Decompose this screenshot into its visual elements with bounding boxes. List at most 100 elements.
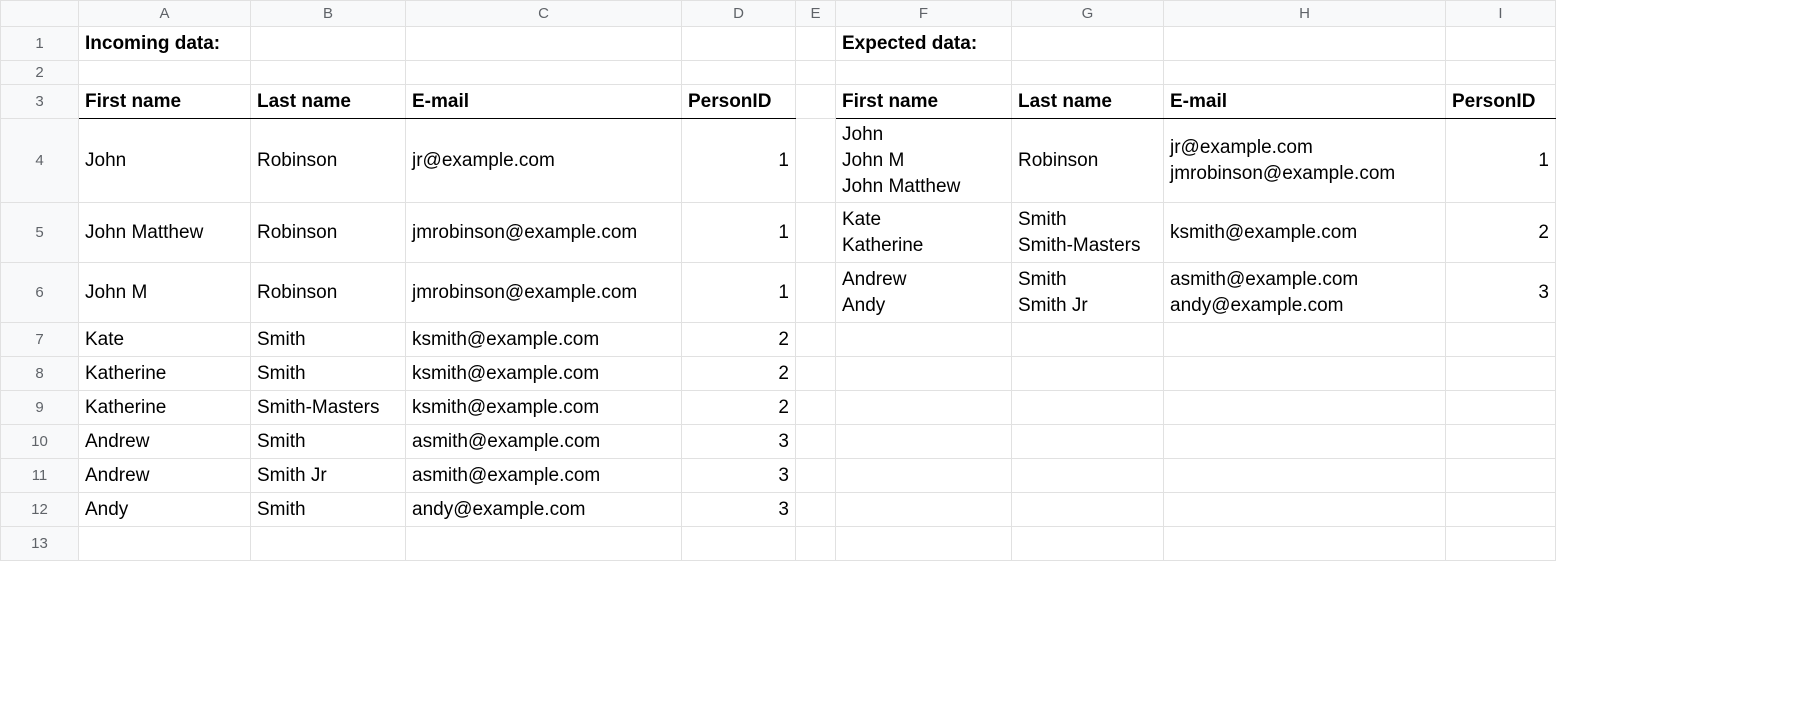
row-header-12[interactable]: 12 <box>1 493 79 527</box>
hdr-personid-2[interactable]: PersonID <box>1446 87 1555 117</box>
cell-F9[interactable] <box>836 391 1012 425</box>
cell-B10[interactable]: Smith <box>251 427 405 457</box>
cell-H4[interactable]: jr@example.com jmrobinson@example.com <box>1164 133 1445 189</box>
col-header-C[interactable]: C <box>406 1 682 27</box>
cell-H6[interactable]: asmith@example.com andy@example.com <box>1164 265 1445 321</box>
cell-G7[interactable] <box>1012 323 1164 357</box>
col-header-E[interactable]: E <box>796 1 836 27</box>
cell-B8[interactable]: Smith <box>251 359 405 389</box>
cell-H13[interactable] <box>1164 527 1446 561</box>
cell-D1[interactable] <box>682 27 796 61</box>
cell-F10[interactable] <box>836 425 1012 459</box>
cell-I1[interactable] <box>1446 27 1556 61</box>
expected-title[interactable]: Expected data: <box>836 29 1011 59</box>
cell-C1[interactable] <box>406 27 682 61</box>
cell-D10[interactable]: 3 <box>682 427 795 457</box>
cell-B9[interactable]: Smith-Masters <box>251 393 405 423</box>
cell-B7[interactable]: Smith <box>251 325 405 355</box>
cell-F5[interactable]: Kate Katherine <box>836 205 1011 261</box>
cell-E4[interactable] <box>796 119 836 203</box>
row-header-5[interactable]: 5 <box>1 203 79 263</box>
cell-I7[interactable] <box>1446 323 1556 357</box>
cell-I9[interactable] <box>1446 391 1556 425</box>
cell-B11[interactable]: Smith Jr <box>251 461 405 491</box>
cell-C13[interactable] <box>406 527 682 561</box>
row-header-7[interactable]: 7 <box>1 323 79 357</box>
col-header-H[interactable]: H <box>1164 1 1446 27</box>
cell-H7[interactable] <box>1164 323 1446 357</box>
row-header-11[interactable]: 11 <box>1 459 79 493</box>
cell-H9[interactable] <box>1164 391 1446 425</box>
row-header-4[interactable]: 4 <box>1 119 79 203</box>
cell-I13[interactable] <box>1446 527 1556 561</box>
cell-E5[interactable] <box>796 203 836 263</box>
cell-D12[interactable]: 3 <box>682 495 795 525</box>
row-header-2[interactable]: 2 <box>1 61 79 85</box>
cell-I2[interactable] <box>1446 61 1556 85</box>
col-header-I[interactable]: I <box>1446 1 1556 27</box>
cell-C11[interactable]: asmith@example.com <box>406 461 681 491</box>
cell-D5[interactable]: 1 <box>682 218 795 248</box>
cell-A12[interactable]: Andy <box>79 495 250 525</box>
cell-E2[interactable] <box>796 61 836 85</box>
cell-F6[interactable]: Andrew Andy <box>836 265 1011 321</box>
cell-D6[interactable]: 1 <box>682 278 795 308</box>
cell-B1[interactable] <box>251 27 406 61</box>
cell-D11[interactable]: 3 <box>682 461 795 491</box>
cell-C10[interactable]: asmith@example.com <box>406 427 681 457</box>
cell-A11[interactable]: Andrew <box>79 461 250 491</box>
cell-I11[interactable] <box>1446 459 1556 493</box>
cell-D4[interactable]: 1 <box>682 146 795 176</box>
hdr-last-name-2[interactable]: Last name <box>1012 87 1163 117</box>
cell-C5[interactable]: jmrobinson@example.com <box>406 218 681 248</box>
cell-F12[interactable] <box>836 493 1012 527</box>
cell-H2[interactable] <box>1164 61 1446 85</box>
hdr-personid-1[interactable]: PersonID <box>682 87 795 117</box>
hdr-email-2[interactable]: E-mail <box>1164 87 1445 117</box>
cell-F11[interactable] <box>836 459 1012 493</box>
cell-E13[interactable] <box>796 527 836 561</box>
cell-G6[interactable]: Smith Smith Jr <box>1012 265 1163 321</box>
cell-E11[interactable] <box>796 459 836 493</box>
hdr-last-name-1[interactable]: Last name <box>251 87 405 117</box>
col-header-D[interactable]: D <box>682 1 796 27</box>
cell-I4[interactable]: 1 <box>1446 146 1555 176</box>
hdr-email-1[interactable]: E-mail <box>406 87 681 117</box>
cell-B12[interactable]: Smith <box>251 495 405 525</box>
col-header-A[interactable]: A <box>79 1 251 27</box>
cell-I5[interactable]: 2 <box>1446 218 1555 248</box>
cell-F7[interactable] <box>836 323 1012 357</box>
cell-A6[interactable]: John M <box>79 278 250 308</box>
cell-G4[interactable]: Robinson <box>1012 146 1163 176</box>
cell-F13[interactable] <box>836 527 1012 561</box>
cell-G9[interactable] <box>1012 391 1164 425</box>
cell-G2[interactable] <box>1012 61 1164 85</box>
cell-D2[interactable] <box>682 61 796 85</box>
hdr-first-name-2[interactable]: First name <box>836 87 1011 117</box>
row-header-8[interactable]: 8 <box>1 357 79 391</box>
cell-A2[interactable] <box>79 61 251 85</box>
cell-A8[interactable]: Katherine <box>79 359 250 389</box>
cell-E8[interactable] <box>796 357 836 391</box>
row-header-10[interactable]: 10 <box>1 425 79 459</box>
cell-A10[interactable]: Andrew <box>79 427 250 457</box>
cell-C9[interactable]: ksmith@example.com <box>406 393 681 423</box>
cell-C12[interactable]: andy@example.com <box>406 495 681 525</box>
cell-B13[interactable] <box>251 527 406 561</box>
cell-B4[interactable]: Robinson <box>251 146 405 176</box>
cell-G10[interactable] <box>1012 425 1164 459</box>
cell-G5[interactable]: Smith Smith-Masters <box>1012 205 1163 261</box>
cell-D13[interactable] <box>682 527 796 561</box>
cell-G8[interactable] <box>1012 357 1164 391</box>
cell-D9[interactable]: 2 <box>682 393 795 423</box>
cell-F8[interactable] <box>836 357 1012 391</box>
col-header-F[interactable]: F <box>836 1 1012 27</box>
cell-I8[interactable] <box>1446 357 1556 391</box>
cell-G13[interactable] <box>1012 527 1164 561</box>
cell-G12[interactable] <box>1012 493 1164 527</box>
cell-D7[interactable]: 2 <box>682 325 795 355</box>
cell-E10[interactable] <box>796 425 836 459</box>
cell-E6[interactable] <box>796 263 836 323</box>
cell-H5[interactable]: ksmith@example.com <box>1164 218 1445 248</box>
spreadsheet-grid[interactable]: A B C D E F G H I 1 Incoming data: Expec… <box>0 0 1556 561</box>
